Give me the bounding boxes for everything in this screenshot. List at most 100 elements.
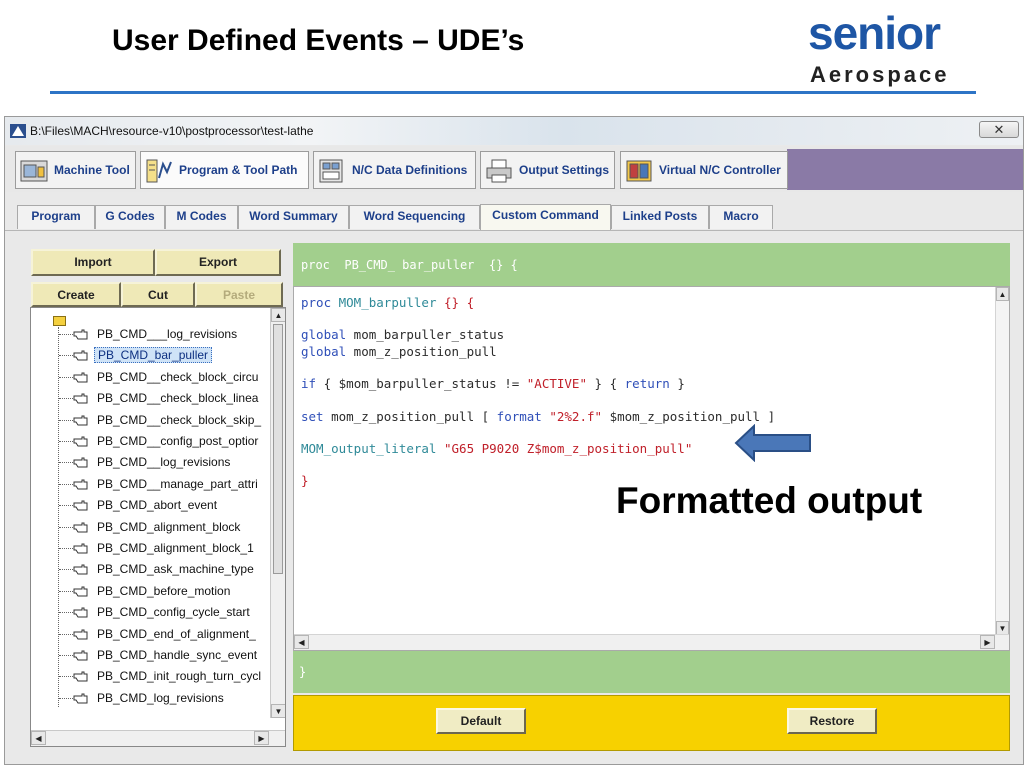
tree-item-label: PB_CMD_log_revisions: [97, 690, 224, 705]
pointing-hand-icon: [73, 543, 88, 554]
edit-buttons-row: Create Cut Paste: [31, 282, 283, 307]
tree-connector: [59, 612, 73, 614]
window-title: B:\Files\MACH\resource-v10\postprocessor…: [30, 124, 314, 138]
subtab-custom-command[interactable]: Custom Command: [480, 204, 611, 230]
tree-item-label: PB_CMD_config_cycle_start: [97, 605, 250, 620]
pointing-hand-icon: [73, 500, 88, 511]
scroll-down-arrow[interactable]: ▼: [271, 704, 285, 718]
import-export-row: Import Export: [31, 249, 281, 276]
scroll-left-arrow[interactable]: ◀: [294, 635, 309, 649]
tree-connector: [59, 505, 73, 507]
tab-program-tool-path[interactable]: Program & Tool Path: [140, 151, 309, 189]
tree-item-label: PB_CMD_before_motion: [97, 583, 231, 598]
scroll-down-arrow[interactable]: ▼: [996, 621, 1009, 635]
scroll-thumb[interactable]: [273, 324, 283, 574]
tab-machine-tool[interactable]: Machine Tool: [15, 151, 136, 189]
tree-connector: [59, 526, 73, 528]
annotation-arrow: [734, 424, 811, 462]
tree-item-label: PB_CMD_end_of_alignment_: [97, 626, 256, 641]
proc-header-text: proc PB_CMD_ bar_puller {} {: [301, 258, 518, 272]
tab-label: Output Settings: [519, 163, 609, 177]
tree-item-label: PB_CMD_abort_event: [97, 498, 218, 513]
pointing-hand-icon: [73, 586, 88, 597]
nc-data-icon: [319, 159, 343, 183]
tree-connector: [59, 419, 73, 421]
pointing-hand-icon: [73, 457, 88, 468]
tree-item-label: PB_CMD__log_revisions: [97, 455, 231, 470]
tree-vertical-scrollbar[interactable]: ▲ ▼: [270, 308, 285, 718]
tree-connector: [59, 590, 73, 592]
tree-connector: [59, 676, 73, 678]
import-button[interactable]: Import: [31, 249, 155, 276]
tree-item-label: PB_CMD_init_rough_turn_cycl: [97, 669, 262, 684]
scroll-left-arrow[interactable]: ◀: [31, 731, 46, 745]
code-horizontal-scrollbar[interactable]: ◀ ▶: [294, 634, 1009, 650]
sub-tab-bar: Program G Codes M Codes Word Summary Wor…: [5, 197, 1023, 231]
subtab-g-codes[interactable]: G Codes: [95, 205, 165, 229]
scroll-up-arrow[interactable]: ▲: [996, 287, 1009, 301]
tab-virtual-nc-controller[interactable]: Virtual N/C Controller: [620, 151, 788, 189]
tree-connector: [59, 376, 73, 378]
slide-title: User Defined Events – UDE’s: [112, 24, 525, 57]
tree-horizontal-scrollbar[interactable]: ◀ ▶: [31, 730, 285, 746]
close-button[interactable]: ✕: [979, 121, 1019, 138]
tree-content: PB_CMD___log_revisions PB_CMD_bar_puller P…: [31, 308, 271, 708]
subtab-linked-posts[interactable]: Linked Posts: [611, 205, 709, 229]
code-line: global mom_z_position_pull: [301, 344, 497, 359]
scroll-right-arrow[interactable]: ▶: [254, 731, 269, 745]
pointing-hand-icon: [73, 671, 88, 682]
tree-connector: [59, 355, 73, 357]
pointing-hand-icon: [73, 629, 88, 640]
window-titlebar: B:\Files\MACH\resource-v10\postprocessor…: [5, 117, 1023, 145]
default-button[interactable]: Default: [436, 708, 526, 734]
code-line: if { $mom_barpuller_status != "ACTIVE" }…: [301, 376, 685, 391]
pointing-hand-icon: [73, 693, 88, 704]
cut-button[interactable]: Cut: [121, 282, 195, 307]
subtab-m-codes[interactable]: M Codes: [165, 205, 238, 229]
pointing-hand-icon: [73, 372, 88, 383]
tab-label: Virtual N/C Controller: [659, 163, 781, 177]
tree-item-label: PB_CMD_alignment_block: [97, 519, 241, 534]
restore-button[interactable]: Restore: [787, 708, 877, 734]
pointing-hand-icon: [73, 522, 88, 533]
logo-word: senior: [808, 7, 941, 59]
subtab-word-sequencing[interactable]: Word Sequencing: [349, 205, 480, 229]
proc-header: proc PB_CMD_ bar_puller {} {: [293, 243, 1010, 286]
pointing-hand-icon: [73, 329, 88, 340]
tree-item-label: PB_CMD__check_block_linea: [97, 391, 259, 406]
tree-item-label: PB_CMD_handle_sync_event: [97, 648, 258, 662]
custom-command-tree[interactable]: PB_CMD___log_revisions PB_CMD_bar_puller P…: [30, 307, 286, 747]
tree-item-label: PB_CMD__manage_part_attri: [97, 476, 258, 491]
tree-connector: [59, 569, 73, 571]
proc-footer: }: [293, 651, 1010, 693]
tree-item-label: PB_CMD__check_block_skip_: [97, 412, 262, 427]
subtab-word-summary[interactable]: Word Summary: [238, 205, 349, 229]
tree-item-label: PB_CMD_bar_puller: [94, 347, 213, 364]
tab-nc-data-definitions[interactable]: N/C Data Definitions: [313, 151, 476, 189]
tree-item-label: PB_CMD_alignment_block_1: [97, 541, 254, 555]
tree-connector: [59, 548, 73, 549]
pointing-hand-icon: [73, 564, 88, 575]
printer-icon: [486, 159, 512, 183]
senior-aerospace-logo: senior Aerospace: [806, 7, 996, 90]
annotation-text: Formatted output: [616, 480, 923, 521]
proc-footer-text: }: [299, 665, 307, 679]
scroll-right-arrow[interactable]: ▶: [980, 635, 995, 649]
virtual-controller-icon: [626, 160, 652, 182]
code-vertical-scrollbar[interactable]: ▲ ▼: [995, 287, 1009, 635]
subtab-macro[interactable]: Macro: [709, 205, 773, 229]
subtab-program[interactable]: Program: [17, 205, 95, 229]
export-button[interactable]: Export: [155, 249, 281, 276]
tree-item-label: PB_CMD__check_block_circu: [97, 369, 259, 384]
tree-connector: [59, 633, 73, 635]
pointing-hand-icon: [73, 650, 88, 661]
tab-label: N/C Data Definitions: [352, 163, 468, 177]
scroll-up-arrow[interactable]: ▲: [271, 308, 285, 322]
paste-button[interactable]: Paste: [195, 282, 283, 307]
code-line: }: [301, 473, 309, 488]
create-button[interactable]: Create: [31, 282, 121, 307]
tab-label: Machine Tool: [54, 163, 130, 177]
program-toolpath-icon: [146, 159, 172, 183]
code-editor[interactable]: proc MOM_barpuller {} { global mom_barpu…: [293, 286, 1010, 651]
tab-output-settings[interactable]: Output Settings: [480, 151, 615, 189]
